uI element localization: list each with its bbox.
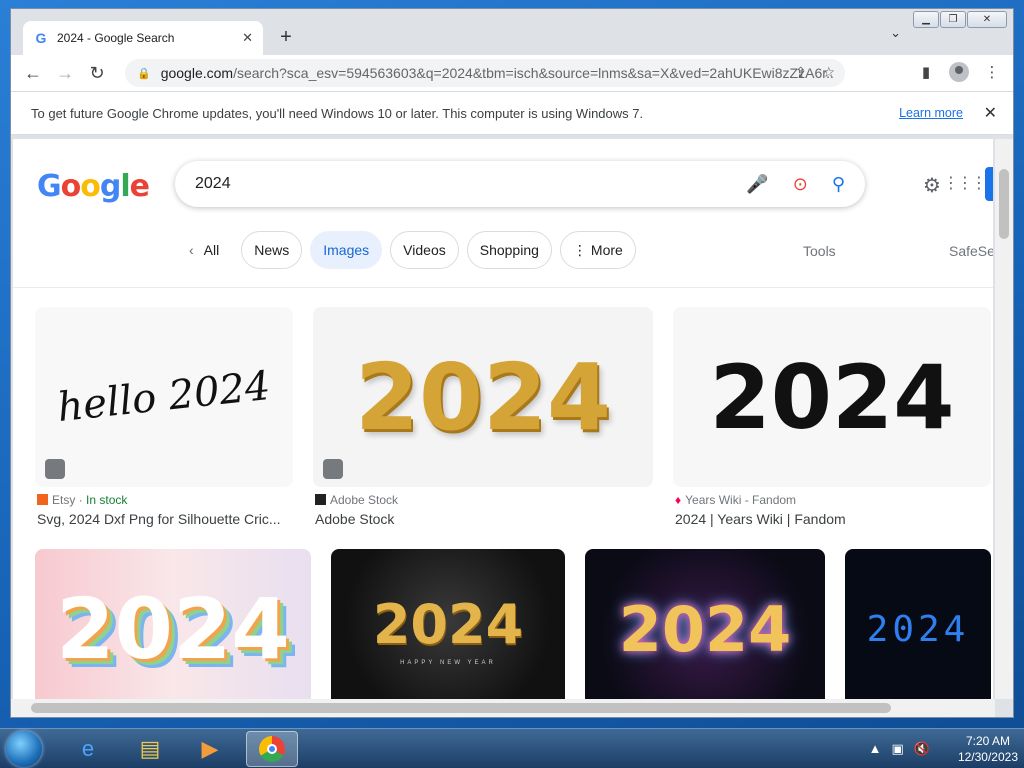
scrollbar-thumb[interactable] [999, 169, 1009, 239]
tools-button[interactable]: Tools [803, 243, 836, 259]
horizontal-scrollbar[interactable] [11, 699, 995, 717]
address-bar[interactable]: 🔒 google.com/search?sca_esv=594563603&q=… [125, 59, 845, 87]
result-source[interactable]: Adobe Stock [315, 493, 398, 507]
chip-videos[interactable]: Videos [390, 231, 459, 269]
start-button[interactable] [6, 731, 42, 767]
back-button[interactable]: ← [19, 59, 47, 87]
tab-search-chevron-icon[interactable]: ⌄ [890, 25, 901, 41]
image-result-thumb[interactable]: hello 2024 [35, 307, 293, 487]
search-box[interactable]: 2024 🎤 ⊙ ⚲ [175, 161, 865, 207]
fandom-icon: ♦ [675, 493, 682, 507]
thumb-text: 2024 [709, 345, 955, 449]
back-chevron-icon: ‹ [189, 242, 194, 258]
more-dots-icon: ⋮ [572, 241, 587, 258]
image-result-thumb[interactable]: 2024 [673, 307, 991, 487]
google-logo[interactable]: Google [37, 169, 150, 204]
system-clock[interactable]: 7:20 AM 12/30/2023 [958, 733, 1018, 765]
volume-muted-icon[interactable]: 🔇 [914, 741, 930, 757]
media-player-icon[interactable]: ▶ [184, 731, 236, 767]
result-source[interactable]: ♦ Years Wiki - Fandom [675, 493, 796, 507]
google-favicon-icon: G [35, 30, 47, 46]
minimize-button[interactable]: ▁ [913, 11, 939, 28]
share-icon[interactable]: ⇪ [795, 64, 807, 81]
etsy-icon [37, 494, 48, 505]
search-input[interactable]: 2024 [195, 175, 746, 193]
sign-in-button[interactable] [985, 167, 993, 201]
menu-kebab-icon[interactable]: ⋮ [981, 61, 1003, 83]
image-result-thumb[interactable]: 2024 [845, 549, 991, 699]
adobe-stock-icon [315, 494, 326, 505]
browser-tab[interactable]: G 2024 - Google Search ✕ [23, 21, 263, 55]
result-caption[interactable]: Svg, 2024 Dxf Png for Silhouette Cric... [37, 511, 293, 527]
thumb-text: 2024 [354, 343, 612, 451]
chip-more[interactable]: ⋮ More [559, 231, 636, 269]
tab-title: 2024 - Google Search [57, 31, 175, 45]
close-window-button[interactable]: ✕ [967, 11, 1007, 28]
divider [13, 287, 993, 288]
lock-icon[interactable]: 🔒 [137, 67, 151, 80]
side-panel-icon[interactable]: ▮ [915, 61, 937, 83]
thumb-text: 2024 [866, 608, 970, 650]
voice-search-mic-icon[interactable]: 🎤 [746, 174, 768, 195]
restore-button[interactable]: ❐ [940, 11, 966, 28]
search-filter-chips: ‹ All News Images Videos Shopping ⋮ More [183, 231, 636, 269]
network-icon[interactable]: ▣ [892, 741, 904, 757]
result-source[interactable]: Etsy · In stock [37, 493, 127, 507]
reload-button[interactable]: ↻ [83, 59, 111, 87]
browser-toolbar: ← → ↻ 🔒 google.com/search?sca_esv=594563… [11, 55, 1013, 91]
thumb-text: 2024 [618, 592, 792, 666]
image-result-thumb[interactable]: 2024 [313, 307, 653, 487]
chip-images[interactable]: Images [310, 231, 383, 269]
clock-date: 12/30/2023 [957, 750, 1018, 764]
image-icon [323, 459, 343, 479]
vertical-scrollbar[interactable] [995, 139, 1013, 699]
chip-news[interactable]: News [241, 231, 303, 269]
internet-explorer-icon[interactable]: e [62, 731, 114, 767]
chrome-taskbar-icon[interactable] [246, 731, 298, 767]
image-result-thumb[interactable]: 2024 [35, 549, 311, 699]
scrollbar-thumb[interactable] [31, 703, 891, 713]
search-magnifier-icon[interactable]: ⚲ [832, 174, 845, 195]
thumb-subtext: HAPPY NEW YEAR [400, 659, 496, 666]
learn-more-link[interactable]: Learn more [899, 106, 963, 120]
windows-taskbar: e ▤ ▶ ▲ ▣ 🔇 7:20 AM 12/30/2023 [0, 728, 1024, 768]
url-text: google.com/search?sca_esv=594563603&q=20… [160, 65, 833, 81]
safesearch-button[interactable]: SafeSe [949, 243, 993, 259]
chip-shopping[interactable]: Shopping [466, 231, 552, 269]
tab-close-icon[interactable]: ✕ [242, 30, 253, 46]
browser-window: G 2024 - Google Search ✕ + ⌄ ▁ ❐ ✕ ← → ↻… [10, 8, 1014, 718]
chip-all[interactable]: ‹ All [183, 231, 233, 269]
google-lens-icon[interactable]: ⊙ [793, 174, 808, 195]
infobar-message: To get future Google Chrome updates, you… [31, 105, 644, 121]
profile-avatar[interactable] [949, 62, 969, 82]
clock-time: 7:20 AM [965, 734, 1010, 748]
image-result-thumb[interactable]: 2024 HAPPY NEW YEAR [331, 549, 565, 699]
thumb-text: 2024 [56, 580, 290, 678]
result-caption[interactable]: 2024 | Years Wiki | Fandom [675, 511, 991, 527]
show-hidden-icons-icon[interactable]: ▲ [869, 741, 882, 757]
shopping-tag-icon [45, 459, 65, 479]
settings-gear-icon[interactable]: ⚙ [923, 173, 941, 198]
page-content: Google 2024 🎤 ⊙ ⚲ ⚙ ⋮⋮⋮ ‹ All News Images… [13, 139, 993, 699]
tab-strip: G 2024 - Google Search ✕ + ⌄ ▁ ❐ ✕ [11, 9, 1013, 55]
image-result-thumb[interactable]: 2024 [585, 549, 825, 699]
file-explorer-icon[interactable]: ▤ [124, 731, 176, 767]
thumb-text: 2024 [372, 592, 524, 656]
new-tab-button[interactable]: + [274, 25, 298, 49]
forward-button[interactable]: → [51, 59, 79, 87]
thumb-text: hello 2024 [55, 362, 273, 432]
result-caption[interactable]: Adobe Stock [315, 511, 645, 527]
bookmark-star-icon[interactable]: ☆ [822, 64, 835, 81]
window-controls: ▁ ❐ ✕ [912, 11, 1007, 28]
update-infobar: To get future Google Chrome updates, you… [11, 91, 1013, 135]
infobar-close-icon[interactable]: ✕ [984, 103, 997, 123]
google-apps-grid-icon[interactable]: ⋮⋮⋮ [943, 173, 987, 193]
